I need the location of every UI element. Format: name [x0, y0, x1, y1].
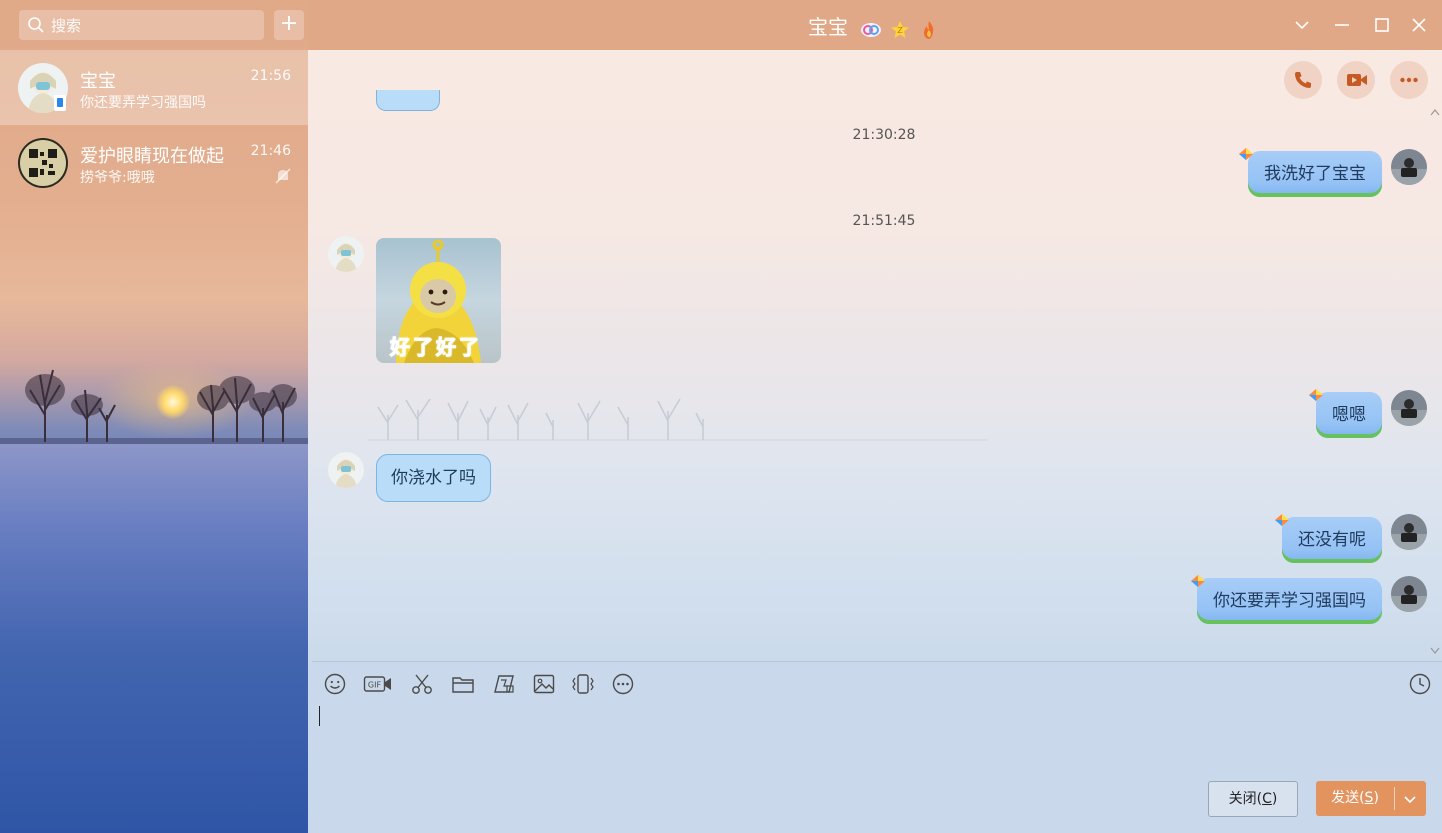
contact-avatar[interactable]	[328, 236, 364, 272]
snowfield-background	[0, 444, 308, 833]
flame-badge-icon[interactable]	[919, 20, 939, 40]
my-avatar[interactable]	[1391, 576, 1427, 612]
gif-icon[interactable]: GIF	[363, 672, 393, 696]
kite-decoration-icon	[1309, 389, 1323, 401]
send-separator	[1394, 787, 1395, 810]
screen-record-icon[interactable]	[492, 672, 516, 696]
svg-text:Z: Z	[897, 26, 903, 35]
search-icon	[28, 17, 44, 33]
input-divider	[312, 661, 1442, 662]
qq-vip-badge-icon[interactable]	[860, 20, 882, 40]
search-input[interactable]	[49, 10, 258, 42]
kite-decoration-icon	[1191, 575, 1205, 587]
conversation-item-baobao[interactable]: 宝宝 你还要弄学习强国吗 21:56	[0, 50, 308, 125]
message-outgoing[interactable]: 嗯嗯	[1316, 392, 1382, 438]
close-button[interactable]: 关闭(C)	[1208, 781, 1298, 817]
star-badge-icon[interactable]: Z	[890, 20, 910, 40]
phone-call-button[interactable]	[1284, 61, 1322, 99]
scroll-down-icon[interactable]	[1430, 647, 1440, 655]
maximize-icon[interactable]	[1370, 13, 1394, 37]
kite-decoration-icon	[1239, 148, 1253, 160]
sticker-caption: 好了好了	[390, 335, 482, 360]
message-outgoing[interactable]: 我洗好了宝宝	[1248, 151, 1382, 197]
my-avatar[interactable]	[1391, 149, 1427, 185]
chevron-down-icon[interactable]	[1290, 13, 1314, 37]
my-avatar[interactable]	[1391, 390, 1427, 426]
conversation-preview: 捞爷爷:哦哦	[80, 170, 155, 186]
conversation-time: 21:56	[250, 68, 291, 84]
my-avatar[interactable]	[1391, 514, 1427, 550]
history-clock-icon[interactable]	[1408, 672, 1432, 696]
sticker-image[interactable]: 好了好了	[376, 238, 501, 363]
muted-bell-icon	[275, 168, 291, 184]
more-options-button[interactable]	[1390, 61, 1428, 99]
screenshot-scissors-icon[interactable]	[410, 672, 434, 696]
video-call-button[interactable]	[1337, 61, 1375, 99]
close-label: 关闭(	[1228, 791, 1263, 807]
phone-call-icon	[1295, 72, 1311, 88]
emoji-icon[interactable]	[323, 672, 347, 696]
contact-avatar[interactable]	[328, 452, 364, 488]
title-bar: 宝宝 Z	[308, 0, 1442, 50]
minimize-icon[interactable]	[1330, 13, 1354, 37]
video-call-icon	[1347, 74, 1367, 86]
window-title: 宝宝 Z	[308, 11, 1442, 41]
conversation-name: 爱护眼睛现在做起	[80, 146, 224, 167]
send-label-end: )	[1373, 790, 1379, 806]
add-button[interactable]: +	[274, 10, 304, 40]
contact-name: 宝宝	[807, 15, 848, 39]
conversation-item-group[interactable]: 爱护眼睛现在做起 捞爷爷:哦哦 21:46	[0, 125, 308, 200]
message-timestamp: 21:51:45	[852, 213, 916, 229]
conversation-preview: 你还要弄学习强国吗	[80, 95, 206, 111]
conversation-sidebar: + 宝宝 你还要弄学习强国吗 21:56	[0, 0, 308, 833]
winter-trees-illustration	[25, 369, 297, 442]
text-caret	[319, 706, 320, 726]
conversation-name: 宝宝	[80, 71, 116, 92]
search-box[interactable]	[19, 10, 264, 42]
shake-window-icon[interactable]	[571, 672, 595, 696]
message-input[interactable]	[318, 702, 1432, 776]
kite-decoration-icon	[1275, 514, 1289, 526]
svg-text:GIF: GIF	[368, 681, 382, 690]
close-label-end: )	[1271, 791, 1278, 807]
folder-icon[interactable]	[451, 672, 475, 696]
mobile-online-icon	[54, 95, 66, 111]
background-trees-decoration	[368, 398, 988, 441]
scroll-up-icon[interactable]	[1430, 108, 1440, 116]
close-shortcut: C	[1262, 791, 1272, 807]
message-outgoing[interactable]: 你还要弄学习强国吗	[1197, 578, 1382, 624]
message-incoming[interactable]: 你浇水了吗	[376, 454, 491, 502]
image-icon[interactable]	[532, 672, 556, 696]
send-label: 发送(	[1331, 790, 1365, 806]
more-options-icon	[1400, 77, 1418, 83]
avatar	[18, 138, 68, 188]
conversation-time: 21:46	[250, 143, 291, 159]
message-timestamp: 21:30:28	[852, 127, 916, 143]
close-icon[interactable]	[1407, 13, 1431, 37]
send-label-wrap[interactable]: 发送(S)	[1316, 781, 1394, 816]
chevron-down-icon[interactable]	[1402, 791, 1418, 807]
more-icon[interactable]	[611, 672, 635, 696]
chat-message-area[interactable]: 21:30:28 我洗好了宝宝 21:51:45 好了好了 嗯嗯 你浇水了吗 还…	[308, 50, 1442, 661]
partial-message-bubble	[376, 90, 440, 111]
send-button[interactable]: 发送(S)	[1316, 781, 1426, 816]
message-outgoing[interactable]: 还没有呢	[1282, 517, 1382, 563]
